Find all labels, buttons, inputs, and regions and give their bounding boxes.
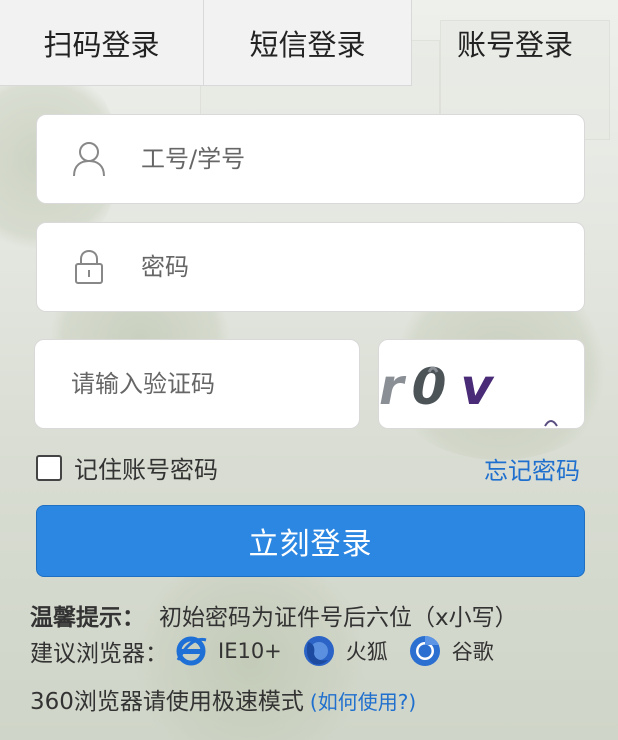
browser-ie-label: IE10+: [218, 639, 282, 663]
captcha-image[interactable]: r0 v: [378, 339, 585, 429]
chrome-icon: [409, 635, 440, 666]
browser-firefox[interactable]: 火狐: [302, 634, 388, 668]
login-button[interactable]: 立刻登录: [36, 505, 585, 577]
browser-line: 建议浏览器： IE10+ 火狐 谷歌: [30, 634, 514, 668]
hint-line: 温馨提示： 初始密码为证件号后六位（x小写）: [30, 598, 518, 632]
remember-me: 记住账号密码: [36, 450, 218, 485]
lock-icon: [37, 222, 141, 312]
username-field: [36, 114, 585, 204]
remember-label: 记住账号密码: [74, 456, 218, 484]
user-icon: [37, 114, 141, 204]
hint-text: 初始密码为证件号后六位（x小写）: [159, 605, 518, 631]
username-input[interactable]: [141, 115, 584, 203]
tab-qr-login[interactable]: 扫码登录: [0, 0, 204, 86]
tab-sms-login[interactable]: 短信登录: [204, 0, 412, 86]
browser-firefox-label: 火狐: [345, 640, 388, 664]
ie-icon: [176, 636, 207, 666]
login-tabs: 扫码登录 短信登录 账号登录: [0, 0, 618, 86]
remember-checkbox[interactable]: [36, 454, 62, 481]
forgot-password-link[interactable]: 忘记密码: [484, 451, 580, 486]
tab-account-login[interactable]: 账号登录: [412, 0, 618, 86]
password-field: [36, 222, 585, 312]
captcha-field: [34, 339, 360, 429]
speed-mode-line: 360浏览器请使用极速模式 (如何使用?): [30, 682, 416, 716]
browser-chrome-label: 谷歌: [451, 640, 494, 664]
password-input[interactable]: [141, 223, 584, 311]
browser-label: 建议浏览器：: [30, 641, 168, 667]
captcha-text: r0 v: [379, 358, 501, 416]
captcha-input[interactable]: [35, 340, 359, 428]
browser-ie[interactable]: IE10+: [174, 634, 282, 668]
hint-label: 温馨提示：: [30, 605, 145, 631]
firefox-icon: [303, 636, 334, 666]
browser-chrome[interactable]: 谷歌: [408, 634, 494, 668]
speed-mode-text: 360浏览器请使用极速模式: [30, 689, 304, 715]
how-to-use-link[interactable]: (如何使用?): [310, 690, 416, 714]
